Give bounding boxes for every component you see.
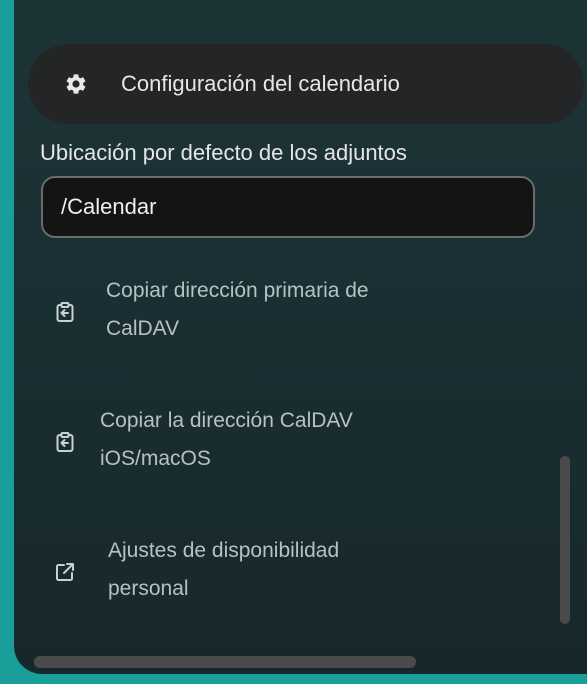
app-frame: Configuración del calendario Ubicación p… [0, 0, 587, 684]
clipboard-copy-icon [54, 298, 76, 322]
calendar-settings-title: Configuración del calendario [121, 71, 400, 96]
horizontal-scrollbar[interactable] [34, 656, 416, 668]
calendar-settings-button[interactable]: Configuración del calendario [28, 44, 584, 124]
availability-settings-label: Ajustes de disponibilidad personal [108, 539, 340, 600]
copy-primary-caldav-button[interactable]: Copiar dirección primaria de CalDAV [54, 272, 524, 348]
attachments-location-label: Ubicación por defecto de los adjuntos [40, 140, 407, 165]
availability-settings-link[interactable]: Ajustes de disponibilidad personal [54, 532, 524, 608]
clipboard-copy-icon [54, 428, 76, 452]
copy-ios-caldav-button[interactable]: Copiar la dirección CalDAV iOS/macOS [54, 402, 524, 478]
gear-icon [63, 71, 89, 97]
vertical-scrollbar[interactable] [560, 456, 570, 624]
copy-primary-caldav-label: Copiar dirección primaria de CalDAV [106, 279, 369, 340]
external-link-icon [54, 558, 76, 581]
attachments-location-input[interactable] [41, 176, 535, 238]
copy-ios-caldav-label: Copiar la dirección CalDAV iOS/macOS [100, 409, 353, 470]
calendar-sidebar-panel: Configuración del calendario Ubicación p… [14, 0, 587, 674]
